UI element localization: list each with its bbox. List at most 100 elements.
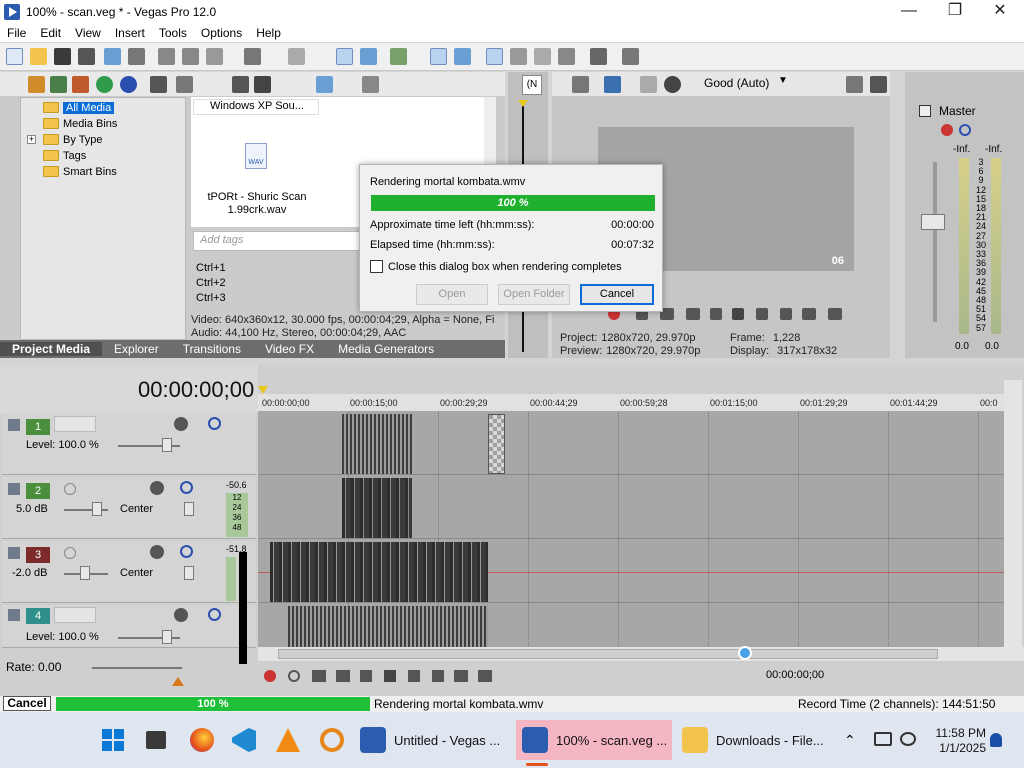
auto-ripple-icon[interactable] xyxy=(430,48,447,65)
scrollbar-thumb[interactable] xyxy=(278,649,938,659)
wav-file-icon[interactable]: WAV xyxy=(245,143,267,169)
open-icon[interactable] xyxy=(30,48,47,65)
go-to-end-icon[interactable] xyxy=(432,670,444,682)
copy-snapshot-icon[interactable] xyxy=(846,76,863,93)
status-cancel-button[interactable]: Cancel xyxy=(3,696,51,711)
pause-icon[interactable] xyxy=(360,670,372,682)
mute-icon[interactable] xyxy=(959,124,971,136)
previous-frame-icon[interactable] xyxy=(756,308,768,320)
auto-crossfade-icon[interactable] xyxy=(510,48,527,65)
open-button[interactable]: Open xyxy=(416,284,488,305)
minimize-button[interactable]: — xyxy=(886,0,932,24)
play-icon[interactable] xyxy=(336,670,350,682)
search-icon[interactable] xyxy=(362,76,379,93)
tab-explorer[interactable]: Explorer xyxy=(102,342,171,356)
track-name-field[interactable] xyxy=(54,416,96,432)
track-volume-handle[interactable] xyxy=(92,502,102,516)
firefox-icon[interactable] xyxy=(190,728,214,752)
track-menu-icon[interactable] xyxy=(8,547,20,559)
whats-this-help-icon[interactable] xyxy=(622,48,639,65)
arm-record-icon[interactable] xyxy=(64,547,76,559)
save-snapshot-icon[interactable] xyxy=(870,76,887,93)
audio-clip[interactable] xyxy=(342,478,412,538)
menu-edit[interactable]: Edit xyxy=(33,26,68,40)
play-preview-icon[interactable] xyxy=(232,76,249,93)
properties-icon[interactable] xyxy=(128,48,145,65)
track-menu-icon[interactable] xyxy=(8,419,20,431)
tab-transitions[interactable]: Transitions xyxy=(171,342,253,356)
lock-envelopes-icon[interactable] xyxy=(454,48,471,65)
redo-icon[interactable] xyxy=(288,48,305,65)
next-frame-icon[interactable] xyxy=(780,308,792,320)
stop-preview-icon[interactable] xyxy=(254,76,271,93)
copy-icon[interactable] xyxy=(182,48,199,65)
track-fx-icon[interactable] xyxy=(150,545,164,559)
track-level-handle[interactable] xyxy=(162,630,172,644)
tree-item-by-type[interactable]: By Type xyxy=(43,132,103,147)
timeline-ruler[interactable]: 00:00:00;00 00:00:15;00 00:00:29;29 00:0… xyxy=(258,394,1004,412)
video-clip[interactable] xyxy=(288,606,488,648)
tree-item-media-bins[interactable]: Media Bins xyxy=(43,116,117,131)
track-level-handle[interactable] xyxy=(162,438,172,452)
chevron-down-icon[interactable]: ▼ xyxy=(778,75,788,86)
track-pan-handle[interactable] xyxy=(184,502,194,516)
task-view-icon[interactable] xyxy=(146,731,166,749)
mute-icon[interactable] xyxy=(180,545,193,558)
next-frame-icon[interactable] xyxy=(478,670,492,682)
video-clip[interactable] xyxy=(342,414,412,474)
open-folder-button[interactable]: Open Folder xyxy=(498,284,570,305)
vscode-icon[interactable] xyxy=(232,728,256,752)
media-item-wav-label[interactable]: tPORt - Shuric Scan 1.99crk.wav xyxy=(201,191,313,217)
track-name-field[interactable] xyxy=(54,607,96,623)
split-screen-icon[interactable] xyxy=(664,76,681,93)
track-fx-icon[interactable] xyxy=(174,417,188,431)
track-menu-icon[interactable] xyxy=(8,483,20,495)
search-app-icon[interactable] xyxy=(320,728,344,752)
play-icon[interactable] xyxy=(686,308,700,320)
mute-icon[interactable] xyxy=(208,608,221,621)
preview-quality-select[interactable]: Good (Auto) xyxy=(704,76,769,90)
snapping-icon[interactable] xyxy=(486,48,503,65)
record-icon[interactable] xyxy=(264,670,276,682)
mute-icon[interactable] xyxy=(180,481,193,494)
get-media-icon[interactable] xyxy=(72,76,89,93)
ignore-grouping-icon[interactable] xyxy=(534,48,551,65)
track-fx-icon[interactable] xyxy=(150,481,164,495)
paste-icon[interactable] xyxy=(206,48,223,65)
notification-bell-icon[interactable] xyxy=(990,733,1002,747)
cut-icon[interactable] xyxy=(158,48,175,65)
ignore-event-grouping-icon[interactable] xyxy=(590,48,607,65)
normal-edit-tool-icon[interactable] xyxy=(336,48,353,65)
play-from-start-icon[interactable] xyxy=(312,670,326,682)
track-menu-icon[interactable] xyxy=(8,609,20,621)
track-volume-handle[interactable] xyxy=(80,566,90,580)
capture-video-icon[interactable] xyxy=(50,76,67,93)
tree-item-all-media[interactable]: All Media xyxy=(43,100,115,115)
stop-icon[interactable] xyxy=(384,670,396,682)
media-item-windows-xp[interactable]: Windows XP Sou... xyxy=(193,99,319,115)
tab-media-generators[interactable]: Media Generators xyxy=(326,342,446,356)
network-icon[interactable] xyxy=(900,732,916,746)
cancel-button[interactable]: Cancel xyxy=(580,284,654,305)
taskbar-app-untitled-vegas[interactable]: Untitled - Vegas ... xyxy=(360,720,506,760)
go-to-start-icon[interactable] xyxy=(408,670,420,682)
menu-insert[interactable]: Insert xyxy=(108,26,152,40)
stop-icon[interactable] xyxy=(732,308,744,320)
arm-record-icon[interactable] xyxy=(64,483,76,495)
video-clip-thumbnail[interactable] xyxy=(488,414,505,474)
preview-properties-icon[interactable] xyxy=(572,76,589,93)
track-fx-icon[interactable] xyxy=(174,608,188,622)
loop-playback-icon[interactable] xyxy=(288,670,300,682)
audio-clip[interactable] xyxy=(270,542,488,602)
menu-view[interactable]: View xyxy=(68,26,108,40)
timeline-horizontal-scrollbar[interactable] xyxy=(258,647,1024,661)
taskbar-app-scan-vegas[interactable]: 100% - scan.veg ... xyxy=(516,720,672,760)
system-clock[interactable]: 11:58 PM 1/1/2025 xyxy=(936,726,986,756)
video-fx-icon[interactable] xyxy=(640,76,657,93)
mute-icon[interactable] xyxy=(208,417,221,430)
selection-edit-tool-icon[interactable] xyxy=(390,48,407,65)
undo-icon[interactable] xyxy=(244,48,261,65)
media-search-icon[interactable] xyxy=(120,76,137,93)
previous-frame-icon[interactable] xyxy=(454,670,468,682)
refresh-icon[interactable] xyxy=(96,76,113,93)
